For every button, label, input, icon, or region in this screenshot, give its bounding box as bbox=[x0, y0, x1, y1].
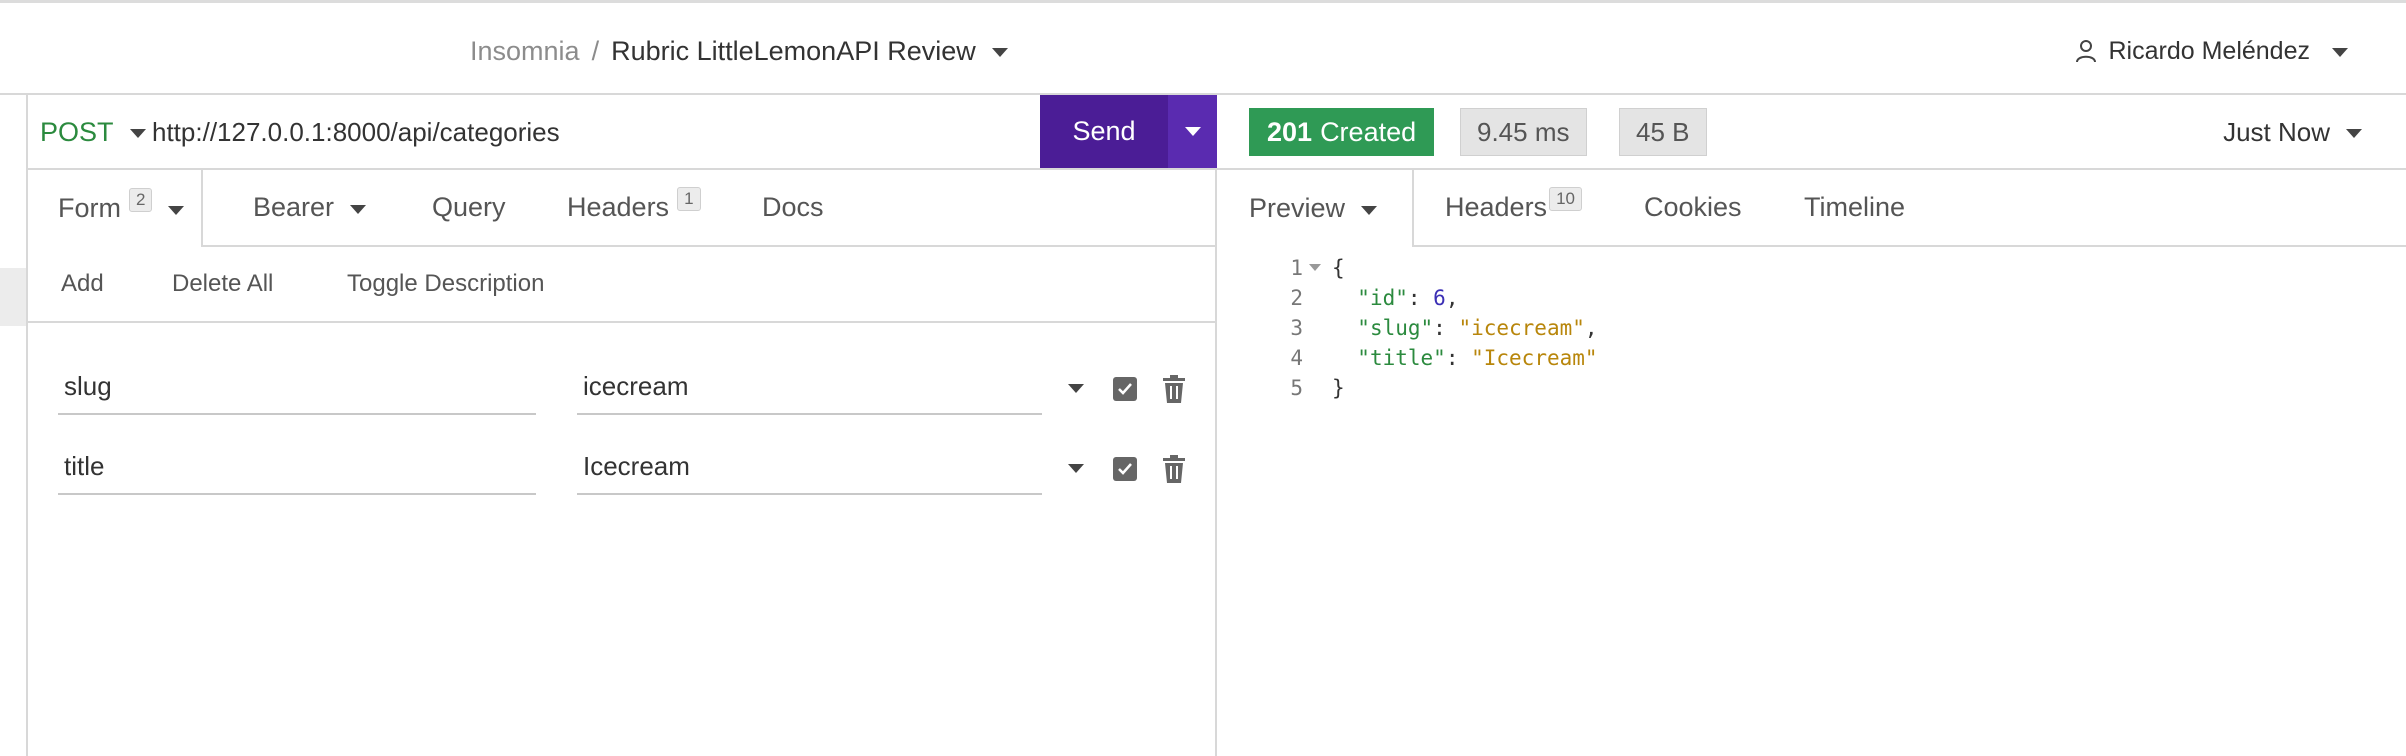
user-menu[interactable]: Ricardo Meléndez bbox=[2075, 33, 2348, 69]
code-line: 1 { bbox=[1217, 253, 2406, 283]
toggle-description-button[interactable]: Toggle Description bbox=[347, 267, 544, 301]
tab-response-headers[interactable]: Headers 10 bbox=[1445, 170, 1582, 245]
method-label: POST bbox=[40, 116, 114, 147]
breadcrumb-root[interactable]: Insomnia bbox=[470, 36, 580, 67]
timestamp-label: Just Now bbox=[2223, 116, 2330, 147]
code-line: 5 } bbox=[1217, 373, 2406, 403]
url-bar: POST http://127.0.0.1:8000/api/categorie… bbox=[28, 95, 1217, 170]
json-key: "title" bbox=[1357, 346, 1446, 370]
json-key: "slug" bbox=[1357, 316, 1434, 340]
tab-query[interactable]: Query bbox=[432, 170, 506, 245]
line-number: 3 bbox=[1290, 316, 1303, 340]
param-value-input[interactable]: icecream bbox=[577, 359, 1042, 415]
sidebar-strip bbox=[0, 95, 28, 756]
fold-arrow-icon[interactable] bbox=[1309, 264, 1321, 271]
checkbox-checked-icon[interactable] bbox=[1113, 377, 1137, 401]
code-line: 2 "id": 6, bbox=[1217, 283, 2406, 313]
tab-headers[interactable]: Headers 1 bbox=[567, 170, 701, 245]
status-badge: 201 Created bbox=[1249, 108, 1435, 156]
send-button[interactable]: Send bbox=[1040, 95, 1168, 168]
tab-label: Bearer bbox=[253, 192, 335, 222]
param-value-input[interactable]: Icecream bbox=[577, 439, 1042, 495]
chevron-down-icon bbox=[350, 204, 367, 214]
sidebar-selection bbox=[0, 268, 26, 326]
json-brace: { bbox=[1332, 256, 1345, 280]
chevron-down-icon bbox=[2346, 129, 2362, 138]
line-number: 4 bbox=[1290, 346, 1303, 370]
form-param-row: title Icecream bbox=[28, 439, 1217, 503]
param-name-input[interactable]: title bbox=[58, 439, 536, 495]
form-param-row: slug icecream bbox=[28, 359, 1217, 423]
status-code: 201 bbox=[1267, 116, 1313, 147]
chevron-down-icon[interactable] bbox=[1068, 384, 1084, 393]
method-selector[interactable]: POST bbox=[40, 115, 146, 149]
chevron-down-icon bbox=[168, 205, 185, 215]
response-status-bar: 201 Created 9.45 ms 45 B Just Now bbox=[1217, 95, 2406, 170]
request-pane: POST http://127.0.0.1:8000/api/categorie… bbox=[28, 95, 1217, 756]
tab-label: Query bbox=[432, 192, 506, 222]
response-size: 45 B bbox=[1619, 108, 1707, 156]
chevron-down-icon bbox=[1361, 205, 1378, 215]
tab-label: Docs bbox=[762, 192, 824, 222]
breadcrumb-separator: / bbox=[591, 35, 600, 66]
tab-bearer[interactable]: Bearer bbox=[253, 170, 367, 245]
json-brace: } bbox=[1332, 376, 1345, 400]
json-value: "Icecream" bbox=[1471, 346, 1598, 370]
user-icon bbox=[2075, 40, 2096, 63]
tab-form[interactable]: Form 2 bbox=[28, 170, 203, 247]
trash-icon[interactable] bbox=[1161, 455, 1187, 483]
tab-preview[interactable]: Preview bbox=[1217, 170, 1414, 247]
trash-icon[interactable] bbox=[1161, 375, 1187, 403]
delete-all-button[interactable]: Delete All bbox=[172, 267, 273, 301]
code-line: 4 "title": "Icecream" bbox=[1217, 343, 2406, 373]
breadcrumb: Insomnia / Rubric LittleLemonAPI Review bbox=[470, 33, 1008, 69]
user-name: Ricardo Meléndez bbox=[2108, 36, 2311, 65]
tab-badge: 10 bbox=[1549, 186, 1582, 211]
line-number: 5 bbox=[1290, 376, 1303, 400]
tab-label: Headers bbox=[1445, 192, 1548, 222]
json-value: 6 bbox=[1433, 286, 1446, 310]
json-key: "id" bbox=[1357, 286, 1408, 310]
tab-badge: 2 bbox=[129, 187, 153, 212]
response-history-selector[interactable]: Just Now bbox=[2223, 115, 2362, 149]
response-pane: 201 Created 9.45 ms 45 B Just Now Previe… bbox=[1217, 95, 2406, 756]
tab-label: Preview bbox=[1249, 193, 1346, 223]
chevron-down-icon bbox=[2332, 48, 2348, 57]
tab-docs[interactable]: Docs bbox=[762, 170, 824, 245]
tab-label: Headers bbox=[567, 192, 670, 222]
param-name-input[interactable]: slug bbox=[58, 359, 536, 415]
url-input[interactable]: http://127.0.0.1:8000/api/categories bbox=[152, 115, 560, 149]
checkbox-checked-icon[interactable] bbox=[1113, 457, 1137, 481]
code-line: 3 "slug": "icecream", bbox=[1217, 313, 2406, 343]
response-tabs: Preview Headers 10 Cookies Timeline bbox=[1217, 170, 2406, 247]
chevron-down-icon[interactable] bbox=[991, 48, 1008, 57]
response-body-viewer[interactable]: 1 { 2 "id": 6, 3 "slug": "icecream", 4 "… bbox=[1217, 253, 2406, 453]
tab-timeline[interactable]: Timeline bbox=[1804, 170, 1905, 245]
form-actions: Add Delete All Toggle Description bbox=[28, 247, 1217, 323]
tab-label: Form bbox=[58, 193, 121, 223]
chevron-down-icon bbox=[129, 129, 146, 138]
tab-label: Timeline bbox=[1804, 192, 1906, 222]
send-options-button[interactable] bbox=[1168, 95, 1217, 168]
tab-badge: 1 bbox=[677, 186, 701, 211]
line-number: 2 bbox=[1290, 286, 1303, 310]
chevron-down-icon[interactable] bbox=[1068, 464, 1084, 473]
app-header: Insomnia / Rubric LittleLemonAPI Review … bbox=[0, 0, 2406, 95]
status-text: Created bbox=[1320, 116, 1417, 147]
workspace-title[interactable]: Rubric LittleLemonAPI Review bbox=[611, 36, 976, 67]
tab-label: Cookies bbox=[1644, 192, 1742, 222]
chevron-down-icon bbox=[1184, 127, 1201, 136]
add-param-button[interactable]: Add bbox=[61, 267, 104, 301]
response-time: 9.45 ms bbox=[1460, 108, 1587, 156]
tab-cookies[interactable]: Cookies bbox=[1644, 170, 1742, 245]
line-number: 1 bbox=[1290, 256, 1303, 280]
json-value: "icecream" bbox=[1458, 316, 1585, 340]
request-tabs: Form 2 Bearer Query Headers 1 Docs bbox=[28, 170, 1217, 247]
